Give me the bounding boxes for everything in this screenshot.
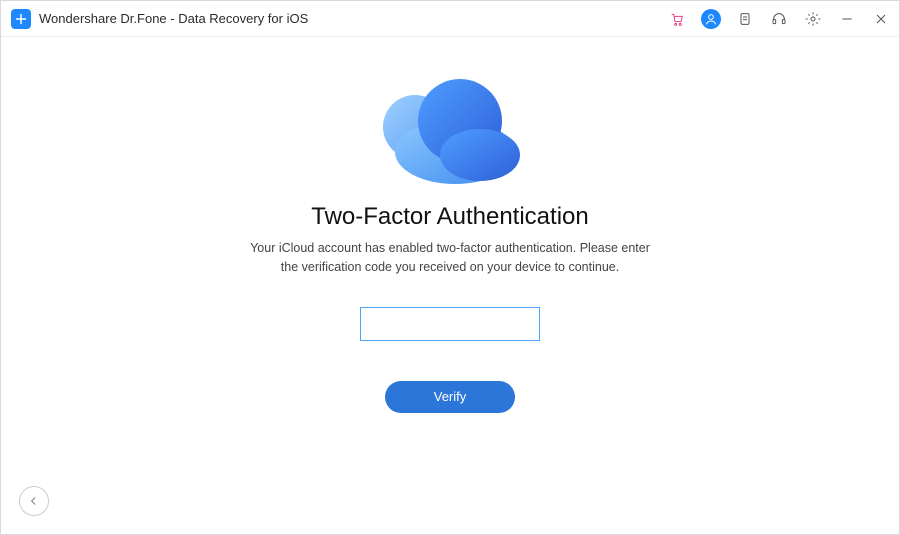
verify-button[interactable]: Verify [385, 381, 515, 413]
minimize-button[interactable] [837, 9, 857, 29]
gear-icon[interactable] [803, 9, 823, 29]
main-content: Two-Factor Authentication Your iCloud ac… [1, 37, 899, 534]
titlebar: Wondershare Dr.Fone - Data Recovery for … [1, 1, 899, 37]
verification-code-input[interactable] [360, 307, 540, 341]
titlebar-actions [667, 9, 891, 29]
app-window: Wondershare Dr.Fone - Data Recovery for … [0, 0, 900, 535]
headset-icon[interactable] [769, 9, 789, 29]
window-title: Wondershare Dr.Fone - Data Recovery for … [39, 11, 308, 26]
account-icon[interactable] [701, 9, 721, 29]
cart-icon[interactable] [667, 9, 687, 29]
clipboard-icon[interactable] [735, 9, 755, 29]
page-heading: Two-Factor Authentication [311, 203, 588, 231]
app-logo-icon [11, 9, 31, 29]
page-subtext: Your iCloud account has enabled two-fact… [240, 239, 660, 277]
cloud-icon [360, 67, 540, 187]
close-button[interactable] [871, 9, 891, 29]
back-button[interactable] [19, 486, 49, 516]
